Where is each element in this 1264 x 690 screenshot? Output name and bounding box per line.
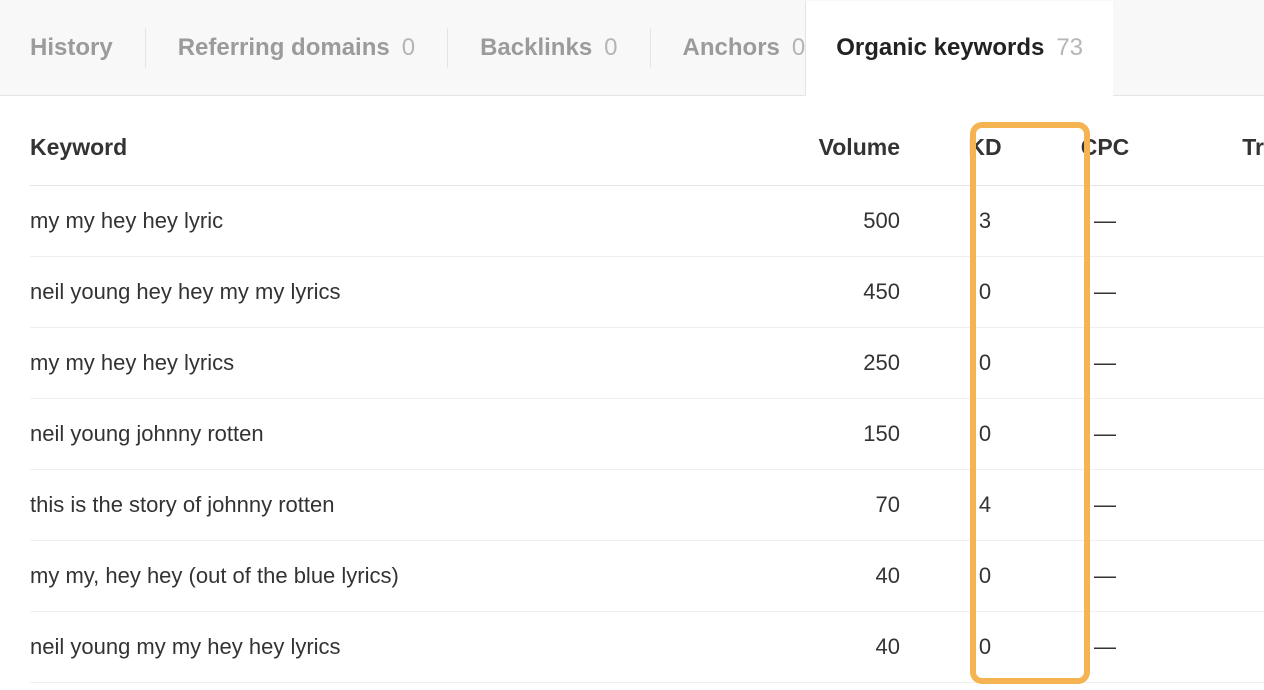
table-row[interactable]: this is the story of johnny rotten704— — [30, 470, 1264, 541]
divider — [145, 28, 146, 68]
tab-label: History — [30, 34, 113, 62]
tab-count: 0 — [792, 34, 805, 62]
tab-count: 73 — [1056, 34, 1083, 62]
cell-kd: 0 — [930, 541, 1040, 612]
tab-label: Organic keywords — [836, 34, 1044, 62]
content-area: Keyword Volume KD CPC Tr my my hey hey l… — [0, 96, 1264, 683]
cell-keyword: neil young hey hey my my lyrics — [30, 257, 810, 328]
tab-referring-domains[interactable]: Referring domains 0 — [178, 0, 415, 95]
cell-cpc: — — [1040, 257, 1170, 328]
cell-keyword: neil young johnny rotten — [30, 399, 810, 470]
cell-volume: 70 — [810, 470, 930, 541]
cell-keyword: my my, hey hey (out of the blue lyrics) — [30, 541, 810, 612]
table-header-row: Keyword Volume KD CPC Tr — [30, 96, 1264, 186]
table-row[interactable]: my my hey hey lyrics2500— — [30, 328, 1264, 399]
cell-kd: 0 — [930, 612, 1040, 683]
tab-history[interactable]: History — [30, 0, 113, 95]
table-row[interactable]: neil young my my hey hey lyrics400— — [30, 612, 1264, 683]
cell-kd: 0 — [930, 399, 1040, 470]
cell-kd: 0 — [930, 257, 1040, 328]
col-header-kd[interactable]: KD — [930, 96, 1040, 186]
cell-cpc: — — [1040, 328, 1170, 399]
cell-cpc: — — [1040, 470, 1170, 541]
cell-tr — [1170, 328, 1264, 399]
cell-kd: 4 — [930, 470, 1040, 541]
table-row[interactable]: neil young johnny rotten1500— — [30, 399, 1264, 470]
cell-volume: 40 — [810, 612, 930, 683]
tab-label: Referring domains — [178, 34, 390, 62]
col-header-cpc[interactable]: CPC — [1040, 96, 1170, 186]
divider — [650, 28, 651, 68]
keywords-table: Keyword Volume KD CPC Tr my my hey hey l… — [30, 96, 1264, 683]
tab-organic-keywords[interactable]: Organic keywords 73 — [805, 1, 1113, 96]
cell-keyword: my my hey hey lyric — [30, 186, 810, 257]
tab-bar: History Referring domains 0 Backlinks 0 … — [0, 0, 1264, 96]
cell-cpc: — — [1040, 541, 1170, 612]
tab-label: Backlinks — [480, 34, 592, 62]
table-row[interactable]: neil young hey hey my my lyrics4500— — [30, 257, 1264, 328]
cell-tr — [1170, 541, 1264, 612]
table-row[interactable]: my my, hey hey (out of the blue lyrics)4… — [30, 541, 1264, 612]
tab-label: Anchors — [683, 34, 780, 62]
cell-keyword: my my hey hey lyrics — [30, 328, 810, 399]
tab-count: 0 — [402, 34, 415, 62]
cell-volume: 450 — [810, 257, 930, 328]
col-header-keyword[interactable]: Keyword — [30, 96, 810, 186]
cell-cpc: — — [1040, 399, 1170, 470]
col-header-volume[interactable]: Volume — [810, 96, 930, 186]
cell-kd: 0 — [930, 328, 1040, 399]
divider — [447, 28, 448, 68]
cell-kd: 3 — [930, 186, 1040, 257]
cell-tr — [1170, 399, 1264, 470]
tab-anchors[interactable]: Anchors 0 — [683, 0, 806, 95]
cell-volume: 150 — [810, 399, 930, 470]
cell-tr — [1170, 257, 1264, 328]
cell-cpc: — — [1040, 186, 1170, 257]
cell-keyword: neil young my my hey hey lyrics — [30, 612, 810, 683]
col-header-tr[interactable]: Tr — [1170, 96, 1264, 186]
tab-backlinks[interactable]: Backlinks 0 — [480, 0, 617, 95]
cell-volume: 500 — [810, 186, 930, 257]
cell-tr — [1170, 612, 1264, 683]
cell-cpc: — — [1040, 612, 1170, 683]
cell-volume: 40 — [810, 541, 930, 612]
table-row[interactable]: my my hey hey lyric5003— — [30, 186, 1264, 257]
cell-volume: 250 — [810, 328, 930, 399]
cell-tr — [1170, 186, 1264, 257]
cell-keyword: this is the story of johnny rotten — [30, 470, 810, 541]
cell-tr — [1170, 470, 1264, 541]
tab-count: 0 — [604, 34, 617, 62]
